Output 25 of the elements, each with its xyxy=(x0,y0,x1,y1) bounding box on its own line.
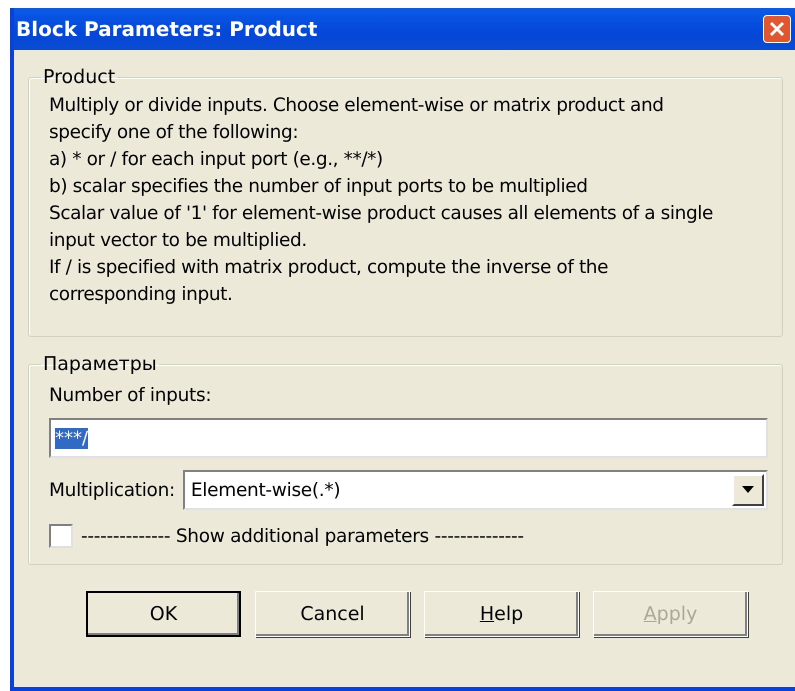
input-field[interactable]: ***/ xyxy=(49,418,768,458)
group-legend: Product xyxy=(41,66,118,88)
dialog-button[interactable]: Help xyxy=(424,591,579,637)
description-line: input vector to be multiplied. xyxy=(49,229,308,253)
field-label: Number of inputs: xyxy=(49,385,212,406)
close-icon xyxy=(769,21,785,37)
dropdown-caret-icon[interactable] xyxy=(732,474,764,506)
group-legend: Параметры xyxy=(41,353,159,375)
dialog-button[interactable]: OK xyxy=(86,591,241,637)
checkbox-label: -------------- Show additional parameters -------------- xyxy=(81,526,524,546)
description-line: corresponding input. xyxy=(49,283,234,307)
description-line: Scalar value of '1' for element-wise product causes all elements of a single xyxy=(49,202,714,226)
field-value: ***/ xyxy=(55,428,88,448)
dropdown[interactable]: Element-wise(.*) xyxy=(182,470,768,510)
description-line: specify one of the following: xyxy=(49,121,300,145)
checkbox[interactable] xyxy=(49,524,73,548)
description-line: a) * or / for each input port (e.g., **/*) xyxy=(49,148,384,172)
close-button[interactable] xyxy=(763,15,791,43)
description-line: If / is specified with matrix product, compute the inverse of the xyxy=(49,256,610,280)
description-line: Multiply or divide inputs. Choose element-wise or matrix product and xyxy=(49,94,665,118)
description-line: b) scalar specifies the number of input ports to be multiplied xyxy=(49,175,589,199)
dialog-button[interactable]: Cancel xyxy=(255,591,410,637)
dropdown-value: Element-wise(.*) xyxy=(190,480,340,500)
window-title: Block Parameters: Product xyxy=(16,17,318,41)
field-label: Multiplication: xyxy=(49,480,175,500)
